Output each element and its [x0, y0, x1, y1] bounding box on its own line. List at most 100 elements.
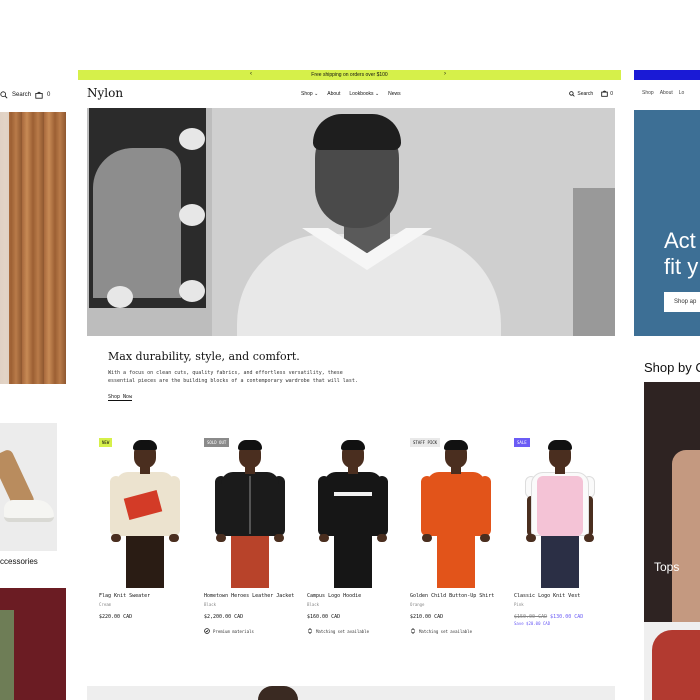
product-feature-text: Matching set available [419, 628, 472, 634]
bag-icon [601, 90, 608, 97]
right-nav: Shop About Lo [642, 90, 684, 96]
hoodie-print [334, 492, 372, 496]
shop-by-heading: Shop by C [644, 360, 700, 375]
main-nav: Shop ⌄ About Lookbooks ⌄ News [301, 91, 401, 97]
accessories-label[interactable]: ccessories [0, 557, 38, 566]
search-link[interactable]: Search [12, 92, 31, 98]
hand [422, 534, 432, 542]
product-color: Black [204, 602, 217, 607]
hero-tagline: Max durability, style, and comfort. [108, 350, 300, 363]
product-name[interactable]: Flag Knit Sweater [99, 593, 150, 599]
hair [444, 440, 468, 450]
nav-lookbooks-label: Lookbooks [349, 91, 374, 97]
pants [126, 536, 164, 588]
product-name[interactable]: Hometown Heroes Leather Jacket [204, 593, 294, 599]
bag-icon[interactable] [35, 91, 43, 99]
promo-bar: ‹ Free shipping on orders over $100 › [78, 70, 621, 80]
logo[interactable]: Nylon [87, 86, 123, 100]
chevron-left-icon[interactable]: ‹ [250, 71, 252, 77]
sold-out-badge: SOLD OUT [204, 438, 230, 447]
product-image[interactable]: STAFF PICK [407, 436, 505, 588]
pants [541, 536, 579, 588]
right-nav-more[interactable]: Lo [679, 90, 685, 96]
product-card[interactable]: Campus Logo Hoodie Black $160.00 CAD Mat… [304, 436, 402, 666]
product-name[interactable]: Golden Child Button-Up Shirt [410, 593, 494, 599]
cart-button[interactable]: 0 [601, 90, 613, 97]
search-icon [569, 90, 576, 97]
model-figure [96, 436, 194, 588]
product-price: $220.00 CAD [99, 614, 133, 620]
tops-label[interactable]: Tops [654, 560, 679, 574]
hoodie [324, 472, 382, 536]
product-color: Cream [99, 602, 112, 607]
product-card[interactable]: STAFF PICK Golden Child Button-Up Shirt … [407, 436, 505, 666]
chevron-right-icon[interactable]: › [444, 71, 446, 77]
mirror-bulb [107, 286, 133, 308]
swap-icon [307, 628, 313, 634]
nav-news[interactable]: News [388, 91, 401, 97]
hand [319, 534, 329, 542]
nav-shop[interactable]: Shop ⌄ [301, 91, 318, 97]
product-image[interactable]: SALE [511, 436, 609, 588]
product-grid: NEW Flag Knit Sweater Cream $220.00 CAD [87, 436, 615, 666]
right-nav-about[interactable]: About [660, 90, 673, 96]
mirror-bulb [179, 280, 205, 302]
model-figure [304, 436, 402, 588]
right-bottom-image [652, 630, 700, 700]
cart-count: 0 [610, 90, 613, 97]
next-section-image [87, 686, 615, 700]
nav-about[interactable]: About [327, 91, 340, 97]
pants [437, 536, 475, 588]
new-badge: NEW [99, 438, 113, 447]
hero-description: With a focus on clean cuts, quality fabr… [108, 370, 358, 384]
search-label: Search [577, 90, 594, 97]
original-price: $150.00 CAD [514, 614, 548, 620]
promo-text: Free shipping on orders over $100 [311, 72, 388, 78]
product-image[interactable]: NEW [96, 436, 194, 588]
hand [111, 534, 121, 542]
product-color: Pink [514, 602, 524, 607]
left-header: Search 0 [0, 84, 66, 106]
model-figure [201, 436, 299, 588]
right-promo-bar [634, 70, 700, 80]
hair [548, 440, 572, 450]
chevron-down-icon: ⌄ [314, 91, 319, 97]
right-hero-button[interactable]: Shop ap [664, 292, 700, 312]
model-figure [511, 436, 609, 588]
right-hero-line-2: fit y [664, 254, 699, 279]
tops-model [672, 450, 700, 650]
store-page: ‹ Free shipping on orders over $100 › Ny… [78, 70, 621, 700]
product-card[interactable]: SOLD OUT Hometown Heroes Leather Jacket … [201, 436, 299, 666]
jacket-zip [249, 476, 251, 534]
product-image[interactable]: SOLD OUT [201, 436, 299, 588]
staff-pick-badge: STAFF PICK [410, 438, 441, 447]
product-price: $160.00 CAD [307, 614, 341, 620]
model-figure [407, 436, 505, 588]
search-button[interactable]: Search [569, 91, 593, 97]
swap-icon [410, 628, 416, 634]
product-feature: Matching set available [410, 628, 472, 634]
hero-right-mirror [573, 188, 615, 336]
product-name[interactable]: Classic Logo Knit Vest [514, 593, 580, 599]
hand [480, 534, 490, 542]
cart-count: 0 [47, 92, 51, 98]
product-card[interactable]: NEW Flag Knit Sweater Cream $220.00 CAD [96, 436, 194, 666]
product-feature: Premium materials [204, 628, 254, 634]
shop-now-link[interactable]: Shop Now [108, 394, 133, 401]
right-preview-panel: Shop About Lo Act fit y Shop ap Shop by … [634, 70, 700, 700]
hair [133, 440, 157, 450]
shirt [427, 472, 485, 536]
right-hero-heading: Act fit y [664, 228, 698, 280]
search-icon[interactable] [0, 91, 8, 99]
hand [274, 534, 284, 542]
product-card[interactable]: SALE Classic Logo Knit Vest Pink $150.00… [511, 436, 609, 666]
product-image[interactable] [304, 436, 402, 588]
nav-lookbooks[interactable]: Lookbooks ⌄ [349, 91, 379, 97]
hair [238, 440, 262, 450]
right-nav-shop[interactable]: Shop [642, 90, 654, 96]
hand [584, 534, 594, 542]
pants [334, 536, 372, 588]
product-name[interactable]: Campus Logo Hoodie [307, 593, 361, 599]
hero-mirror-reflection [93, 148, 181, 298]
product-color: Orange [410, 602, 425, 607]
